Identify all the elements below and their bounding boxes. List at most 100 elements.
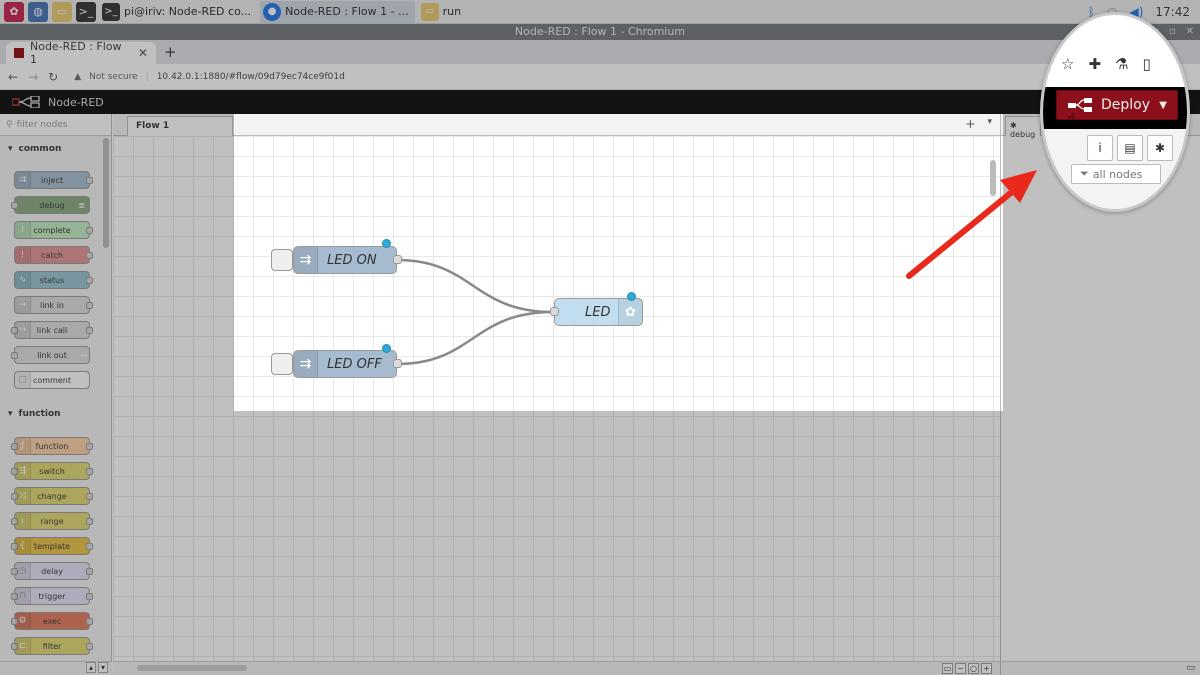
- palette-node-label: range: [40, 516, 64, 526]
- palette-node-label: trigger: [38, 591, 66, 601]
- palette-category-function[interactable]: ▾ function: [0, 403, 61, 425]
- palette-node-status[interactable]: ∿ status: [14, 271, 93, 289]
- switch-icon: ⇶: [15, 463, 31, 479]
- taskbar-task-folder[interactable]: ▭ run: [418, 1, 467, 23]
- popout-icon[interactable]: ▭: [1186, 663, 1195, 673]
- taskbar-task-chromium[interactable]: ● Node-RED : Flow 1 - ...: [260, 0, 415, 23]
- reload-icon[interactable]: ↻: [48, 70, 58, 84]
- filter-icon: ⊏: [15, 638, 31, 654]
- extensions-icon[interactable]: ✚: [1088, 55, 1101, 73]
- globe-icon[interactable]: ◍: [28, 1, 48, 22]
- palette-node-delay[interactable]: ◷ delay: [11, 562, 93, 580]
- output-port[interactable]: [393, 255, 402, 264]
- inject-icon: ⇉: [15, 172, 31, 188]
- funnel-icon: ⏷: [1080, 167, 1089, 180]
- taskbar-task-terminal[interactable]: >_ pi@iriv: Node-RED co...: [99, 1, 257, 23]
- range-icon: ı: [15, 513, 31, 529]
- star-icon[interactable]: ☆: [1061, 55, 1074, 73]
- palette-node-template[interactable]: {template: [11, 537, 93, 555]
- flow-node-led-off[interactable]: ⇉ LED OFF: [293, 350, 397, 378]
- palette-scrollbar[interactable]: [103, 138, 109, 248]
- close-tab-icon[interactable]: ✕: [138, 46, 148, 60]
- inject-icon: ⇉: [294, 247, 318, 273]
- template-icon: {: [15, 538, 31, 554]
- palette-node-link-out[interactable]: link out →: [11, 346, 90, 364]
- palette-node-function[interactable]: ƒ function: [11, 437, 93, 455]
- flow-wires: [396, 258, 554, 366]
- terminal-icon[interactable]: >_: [76, 1, 96, 22]
- palette-node-exec[interactable]: ⚙ exec: [11, 612, 93, 630]
- palette-node-trigger[interactable]: ⊓ trigger: [11, 587, 93, 605]
- omnibox[interactable]: ▲ Not secure | 10.42.0.1:1880/#flow/09d7…: [74, 72, 345, 82]
- canvas-horizontal-scrollbar[interactable]: [137, 665, 247, 671]
- tab-flow-1[interactable]: Flow 1: [127, 116, 233, 136]
- palette-node-catch[interactable]: ! catch: [14, 246, 93, 264]
- changed-indicator: [627, 292, 636, 301]
- address-bar: ← → ↻ ▲ Not secure | 10.42.0.1:1880/#flo…: [0, 64, 1200, 90]
- forward-icon[interactable]: →: [28, 70, 38, 84]
- palette-category-common[interactable]: ▾ common: [0, 138, 61, 160]
- zoom-in-icon[interactable]: +: [981, 663, 992, 674]
- bug-icon[interactable]: ✱: [1147, 135, 1173, 161]
- palette-node-label: change: [37, 491, 67, 501]
- nodered-brand: Node-RED: [48, 95, 104, 109]
- cursor-hand-icon: ☝: [1067, 111, 1076, 127]
- zoom-out-icon[interactable]: −: [955, 663, 966, 674]
- lab-icon[interactable]: ⚗: [1115, 55, 1128, 73]
- nodered-header: Node-RED: [0, 90, 1200, 114]
- palette-node-label: delay: [41, 566, 63, 576]
- trigger-icon: ⊓: [15, 588, 31, 604]
- palette-node-link-call[interactable]: ↪ link call: [11, 321, 93, 339]
- chevron-down-icon[interactable]: ▼: [1159, 100, 1167, 111]
- inject-trigger-button[interactable]: [271, 353, 293, 375]
- debug-filter-dropdown[interactable]: ⏷ all nodes: [1071, 164, 1161, 184]
- flow-canvas[interactable]: ⇉ LED ON ⇉ LED OFF LED ✿: [113, 136, 1000, 661]
- add-flow-button[interactable]: +: [965, 117, 975, 131]
- window-title: Node-RED : Flow 1 - Chromium: [514, 25, 686, 38]
- navigator-icon[interactable]: ▭: [942, 663, 953, 674]
- folder-icon[interactable]: ▭: [52, 1, 72, 22]
- expand-all-icon[interactable]: ▾: [97, 662, 108, 673]
- flow-node-label: LED ON: [327, 252, 377, 268]
- book-icon[interactable]: ▤: [1117, 135, 1143, 161]
- palette-node-debug[interactable]: debug ≣: [11, 196, 90, 214]
- bug-icon: ✱: [1010, 121, 1017, 130]
- flow-node-led[interactable]: LED ✿: [554, 298, 643, 326]
- canvas-vertical-scrollbar[interactable]: [990, 160, 996, 196]
- zoom-reset-icon[interactable]: ○: [968, 663, 979, 674]
- output-port[interactable]: [393, 359, 402, 368]
- palette-node-comment[interactable]: ▢ comment: [14, 371, 90, 389]
- browser-tab-strip: Node-RED : Flow 1 ✕ +: [0, 40, 1200, 66]
- flow-node-label: LED: [585, 304, 611, 320]
- browser-toolbar-zoomed: ☆ ✚ ⚗ ▯: [1043, 15, 1187, 85]
- sidepanel-icon[interactable]: ▯: [1142, 55, 1150, 73]
- browser-tab[interactable]: Node-RED : Flow 1 ✕: [6, 40, 156, 66]
- flow-list-icon[interactable]: ▾: [987, 117, 992, 131]
- inject-trigger-button[interactable]: [271, 249, 293, 271]
- deploy-label: Deploy: [1101, 97, 1151, 113]
- palette-footer: ▴ ▾: [0, 661, 112, 675]
- changed-indicator: [382, 344, 391, 353]
- palette-node-range[interactable]: ı range: [11, 512, 93, 530]
- raspberry-menu-icon[interactable]: ✿: [4, 1, 24, 22]
- complete-icon: !: [15, 222, 31, 238]
- flow-node-led-on[interactable]: ⇉ LED ON: [293, 246, 397, 274]
- palette-node-complete[interactable]: ! complete: [14, 221, 93, 239]
- back-icon[interactable]: ←: [8, 70, 18, 84]
- palette-node-change[interactable]: ⤨ change: [11, 487, 93, 505]
- input-port[interactable]: [550, 307, 559, 316]
- collapse-all-icon[interactable]: ▴: [85, 662, 96, 673]
- chromium-icon: ●: [263, 2, 282, 21]
- nodered-logo-icon: [12, 96, 40, 108]
- inject-icon: ⇉: [294, 351, 318, 377]
- palette-filter[interactable]: ⚲ filter nodes: [0, 114, 111, 136]
- palette-node-inject[interactable]: ⇉ inject: [14, 171, 93, 189]
- taskbar-task-label: pi@iriv: Node-RED co...: [124, 5, 252, 18]
- info-icon[interactable]: i: [1087, 135, 1113, 161]
- palette-node-switch[interactable]: ⇶ switch: [11, 462, 93, 480]
- palette-node-filter[interactable]: ⊏ filter: [11, 637, 93, 655]
- new-tab-button[interactable]: +: [164, 43, 177, 61]
- palette-node-link-in[interactable]: → link in: [14, 296, 93, 314]
- palette-node-label: switch: [39, 466, 65, 476]
- tab-debug[interactable]: ✱ debug: [1005, 116, 1041, 139]
